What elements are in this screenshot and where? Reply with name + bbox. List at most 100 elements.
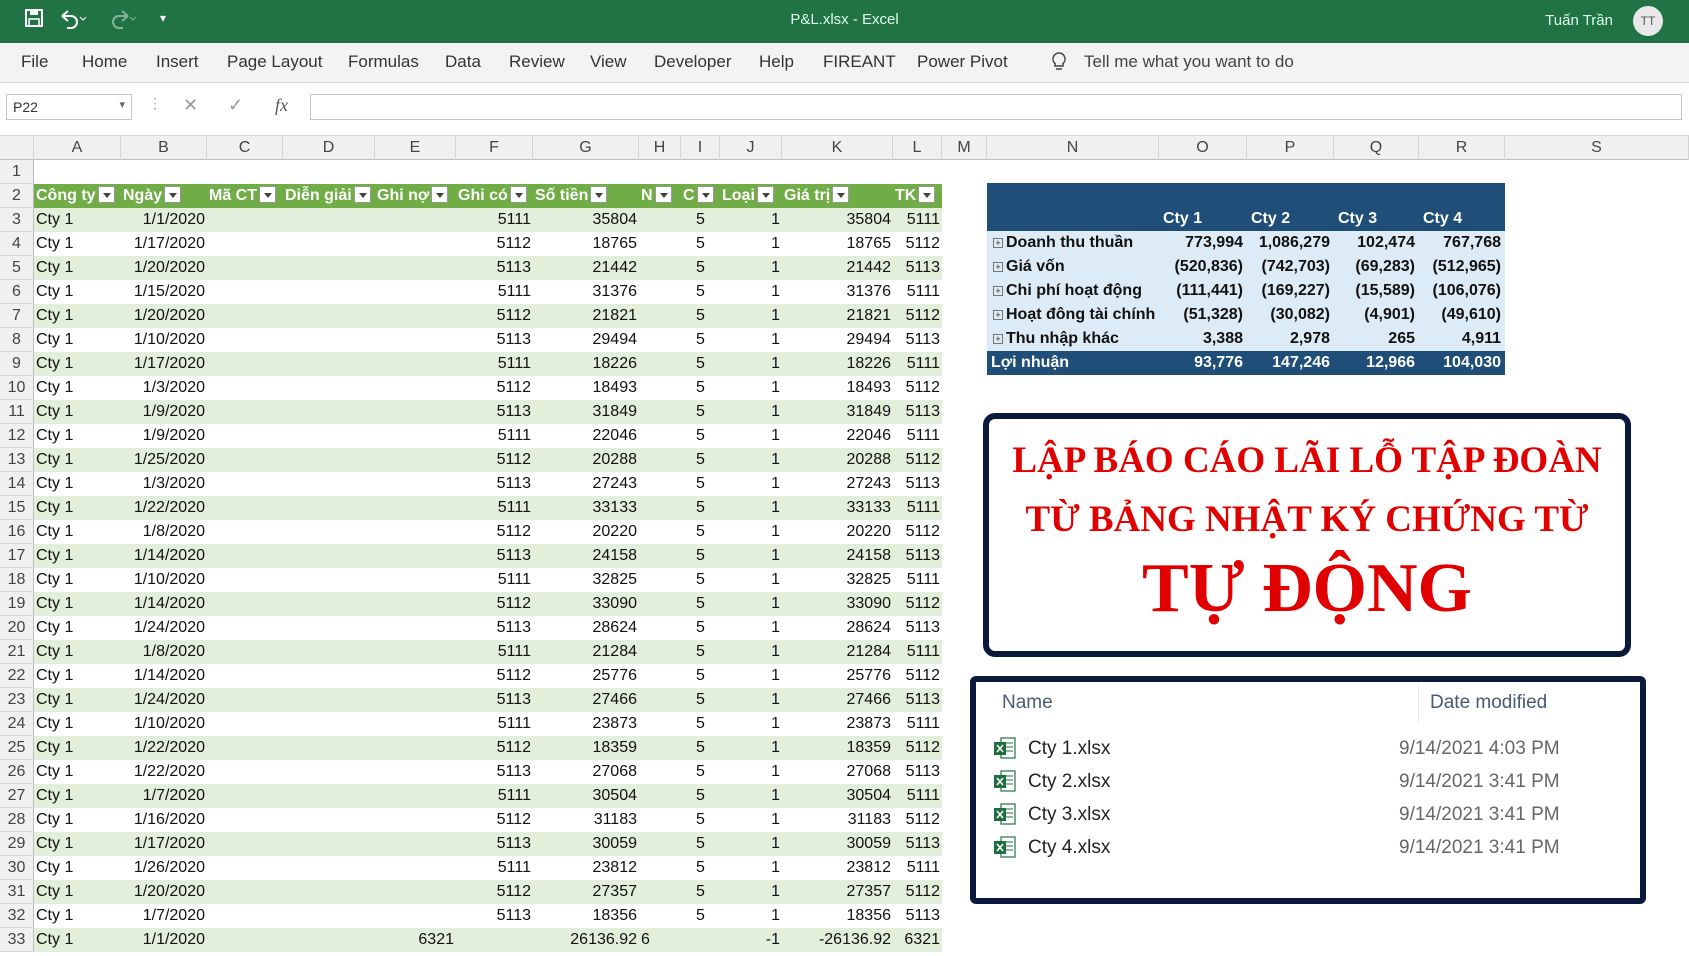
table-cell[interactable]: 5112 [895, 232, 940, 256]
table-cell[interactable]: 1 [722, 520, 780, 544]
table-cell[interactable] [377, 424, 454, 448]
table-cell[interactable]: 5112 [895, 376, 940, 400]
row-header[interactable]: 24 [0, 712, 34, 736]
tab-insert[interactable]: Insert [156, 52, 199, 72]
row-header[interactable]: 28 [0, 808, 34, 832]
table-cell[interactable]: 1 [722, 736, 780, 760]
column-header[interactable]: F [456, 136, 533, 160]
table-cell[interactable]: 5 [683, 232, 718, 256]
table-cell[interactable] [641, 256, 679, 280]
table-cell[interactable] [377, 448, 454, 472]
table-cell[interactable]: 5112 [895, 736, 940, 760]
table-cell[interactable]: 18226 [784, 352, 892, 376]
table-header-cell[interactable]: N [641, 184, 679, 208]
pivot-total-label[interactable]: Lợi nhuận [991, 351, 1155, 375]
table-cell[interactable]: 1 [722, 784, 780, 808]
table-cell[interactable]: 27357 [535, 880, 638, 904]
pivot-value[interactable]: (30,082) [1251, 303, 1330, 327]
table-cell[interactable]: Cty 1 [36, 640, 119, 664]
table-cell[interactable]: 29494 [784, 328, 892, 352]
table-cell[interactable]: 1/9/2020 [123, 424, 205, 448]
table-cell[interactable] [377, 328, 454, 352]
tab-data[interactable]: Data [445, 52, 481, 72]
user-name[interactable]: Tuấn Trần [1545, 12, 1613, 29]
table-cell[interactable] [641, 688, 679, 712]
table-cell[interactable] [285, 712, 373, 736]
table-cell[interactable]: 5113 [458, 616, 531, 640]
table-cell[interactable]: 1 [722, 640, 780, 664]
table-header-cell[interactable]: Giá trị [784, 184, 891, 208]
table-cell[interactable] [377, 640, 454, 664]
table-cell[interactable]: Cty 1 [36, 496, 119, 520]
table-cell[interactable]: 20288 [784, 448, 892, 472]
table-cell[interactable]: Cty 1 [36, 664, 119, 688]
table-cell[interactable] [285, 400, 373, 424]
row-header[interactable]: 15 [0, 496, 34, 520]
table-cell[interactable] [209, 568, 281, 592]
table-cell[interactable]: 1 [722, 352, 780, 376]
table-cell[interactable]: 5112 [458, 664, 531, 688]
table-cell[interactable]: 5111 [458, 856, 531, 880]
table-cell[interactable]: 1 [722, 688, 780, 712]
table-cell[interactable]: 5 [683, 904, 718, 928]
row-header[interactable]: 7 [0, 304, 34, 328]
file-row[interactable]: Cty 3.xlsx 9/14/2021 3:41 PM [994, 800, 1644, 832]
pivot-value[interactable]: 102,474 [1338, 231, 1415, 255]
row-header[interactable]: 21 [0, 640, 34, 664]
table-cell[interactable] [641, 328, 679, 352]
table-cell[interactable]: 5113 [895, 256, 940, 280]
table-cell[interactable]: 23873 [535, 712, 638, 736]
table-cell[interactable]: 21284 [784, 640, 892, 664]
table-cell[interactable]: 5 [683, 784, 718, 808]
table-cell[interactable] [285, 208, 373, 232]
table-cell[interactable]: 1 [722, 856, 780, 880]
table-cell[interactable]: 33133 [784, 496, 892, 520]
table-cell[interactable] [209, 256, 281, 280]
table-cell[interactable]: 1 [722, 712, 780, 736]
table-cell[interactable]: Cty 1 [36, 520, 119, 544]
table-cell[interactable] [641, 880, 679, 904]
table-cell[interactable]: 5111 [895, 640, 940, 664]
table-cell[interactable]: 5 [683, 496, 718, 520]
table-cell[interactable]: 23873 [784, 712, 892, 736]
table-cell[interactable]: 18493 [784, 376, 892, 400]
table-cell[interactable]: 5 [683, 592, 718, 616]
table-cell[interactable]: 20220 [784, 520, 892, 544]
row-header[interactable]: 11 [0, 400, 34, 424]
table-cell[interactable] [285, 352, 373, 376]
table-cell[interactable]: 22046 [535, 424, 638, 448]
table-cell[interactable] [285, 424, 373, 448]
table-cell[interactable]: -1 [722, 928, 780, 952]
table-cell[interactable] [209, 520, 281, 544]
table-cell[interactable]: 27243 [784, 472, 892, 496]
table-cell[interactable]: 1/9/2020 [123, 400, 205, 424]
row-header[interactable]: 33 [0, 928, 34, 952]
table-cell[interactable]: 5 [683, 376, 718, 400]
table-cell[interactable] [377, 400, 454, 424]
table-cell[interactable]: 1/3/2020 [123, 376, 205, 400]
filter-dropdown-icon[interactable] [97, 186, 115, 204]
table-cell[interactable]: 5113 [895, 904, 940, 928]
table-cell[interactable] [285, 376, 373, 400]
table-cell[interactable]: 6321 [377, 928, 454, 952]
table-cell[interactable]: 1 [722, 568, 780, 592]
table-cell[interactable]: Cty 1 [36, 544, 119, 568]
table-cell[interactable]: 1/25/2020 [123, 448, 205, 472]
table-cell[interactable] [209, 376, 281, 400]
table-cell[interactable]: 1 [722, 232, 780, 256]
table-cell[interactable]: 1/10/2020 [123, 568, 205, 592]
table-cell[interactable]: Cty 1 [36, 256, 119, 280]
table-cell[interactable] [209, 880, 281, 904]
table-cell[interactable]: 1/17/2020 [123, 832, 205, 856]
table-cell[interactable] [209, 280, 281, 304]
expand-icon[interactable]: + [993, 310, 1003, 320]
row-header[interactable]: 9 [0, 352, 34, 376]
table-cell[interactable]: 35804 [535, 208, 638, 232]
tab-help[interactable]: Help [759, 52, 794, 72]
table-cell[interactable] [209, 448, 281, 472]
table-cell[interactable]: 1/1/2020 [123, 208, 205, 232]
column-header[interactable]: K [782, 136, 893, 160]
insert-function-button[interactable]: fx [275, 95, 288, 116]
table-cell[interactable]: 5111 [458, 496, 531, 520]
table-cell[interactable] [377, 592, 454, 616]
